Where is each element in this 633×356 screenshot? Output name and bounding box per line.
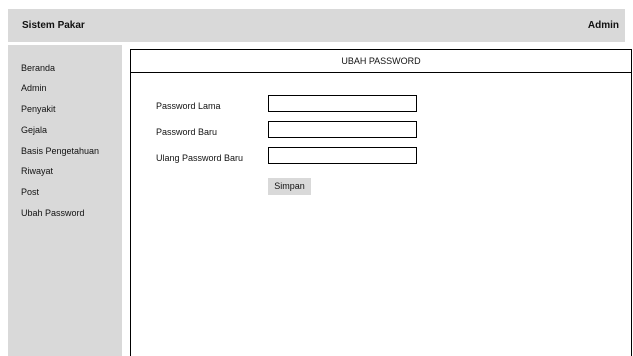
change-password-page: Sistem Pakar Admin Beranda Admin Penyaki… — [0, 0, 633, 356]
new-password-input[interactable] — [268, 121, 417, 138]
sidebar-item-penyakit[interactable]: Penyakit — [21, 104, 56, 115]
sidebar: Beranda Admin Penyakit Gejala Basis Peng… — [8, 45, 122, 356]
new-password-label: Password Baru — [156, 127, 218, 137]
user-menu[interactable]: Admin — [588, 20, 619, 32]
sidebar-item-beranda[interactable]: Beranda — [21, 63, 55, 74]
page-title: UBAH PASSWORD — [341, 56, 421, 66]
sidebar-item-gejala[interactable]: Gejala — [21, 125, 47, 136]
top-bar: Sistem Pakar Admin — [8, 9, 625, 42]
sidebar-item-riwayat[interactable]: Riwayat — [21, 166, 53, 177]
app-title: Sistem Pakar — [22, 20, 85, 31]
old-password-input[interactable] — [268, 95, 417, 112]
change-password-panel: UBAH PASSWORD Password Lama Password Bar… — [130, 49, 632, 356]
sidebar-item-post[interactable]: Post — [21, 187, 39, 198]
sidebar-item-basis-pengetahuan[interactable]: Basis Pengetahuan — [21, 146, 99, 157]
sidebar-item-ubah-password[interactable]: Ubah Password — [21, 208, 85, 219]
save-button[interactable]: Simpan — [268, 178, 311, 195]
old-password-label: Password Lama — [156, 101, 221, 111]
panel-header: UBAH PASSWORD — [131, 50, 631, 73]
sidebar-item-admin[interactable]: Admin — [21, 83, 47, 94]
confirm-password-label: Ulang Password Baru — [156, 153, 244, 163]
confirm-password-input[interactable] — [268, 147, 417, 164]
